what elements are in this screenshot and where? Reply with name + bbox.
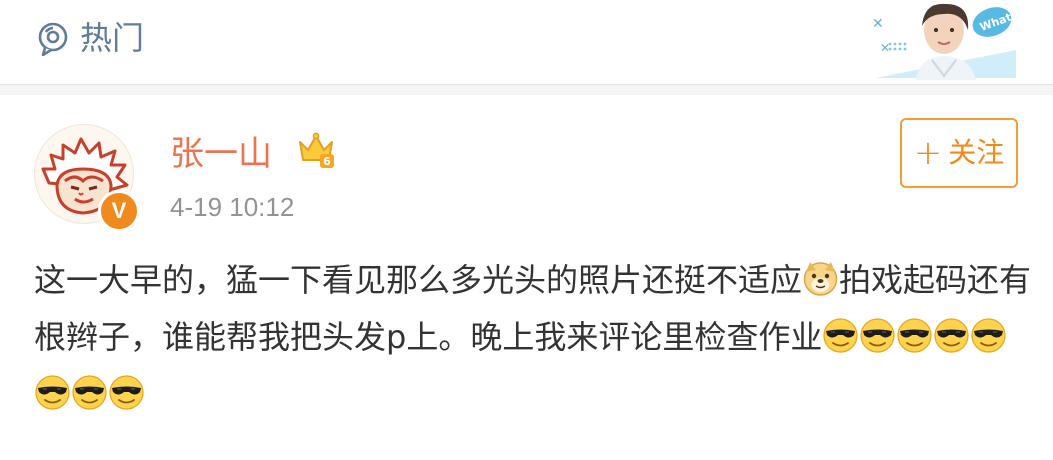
cool-sunglasses-emoji [934,318,969,353]
cool-sunglasses-emoji [860,318,895,353]
svg-text:✕: ✕ [872,16,884,32]
vip-level: 6 [323,155,331,168]
section-divider [0,85,1053,95]
promo-banner[interactable]: ✕ ✕ What [866,0,1016,80]
follow-label: 关注 [948,136,1005,169]
username[interactable]: 张一山 [170,132,272,176]
cool-sunglasses-emoji [109,375,144,410]
cool-sunglasses-emoji [971,318,1006,353]
post-time: 4-19 10:12 [170,192,295,222]
cool-sunglasses-emoji [897,318,932,353]
post-text-part1: 这一大早的，猛一下看见那么多光头的照片还挺不适应 [34,261,803,299]
follow-button[interactable]: + 关注 [900,118,1018,188]
plus-icon: + [913,133,943,173]
cool-sunglasses-emoji [823,318,858,353]
location-chat-icon[interactable] [36,22,70,56]
cool-sunglasses-emoji [72,375,107,410]
post-content: 这一大早的，猛一下看见那么多光头的照片还挺不适应 拍戏起码还有根辫子，谁能帮我把… [34,252,1034,423]
verified-badge: V [98,190,140,232]
top-header: 热门 ✕ ✕ What [0,0,1053,85]
hot-tab-label[interactable]: 热门 [80,18,144,58]
doge-emoji [803,262,838,296]
vip-crown-icon[interactable]: 6 [296,130,336,170]
svg-text:✕: ✕ [880,41,890,55]
cool-sunglasses-emoji [35,375,70,410]
